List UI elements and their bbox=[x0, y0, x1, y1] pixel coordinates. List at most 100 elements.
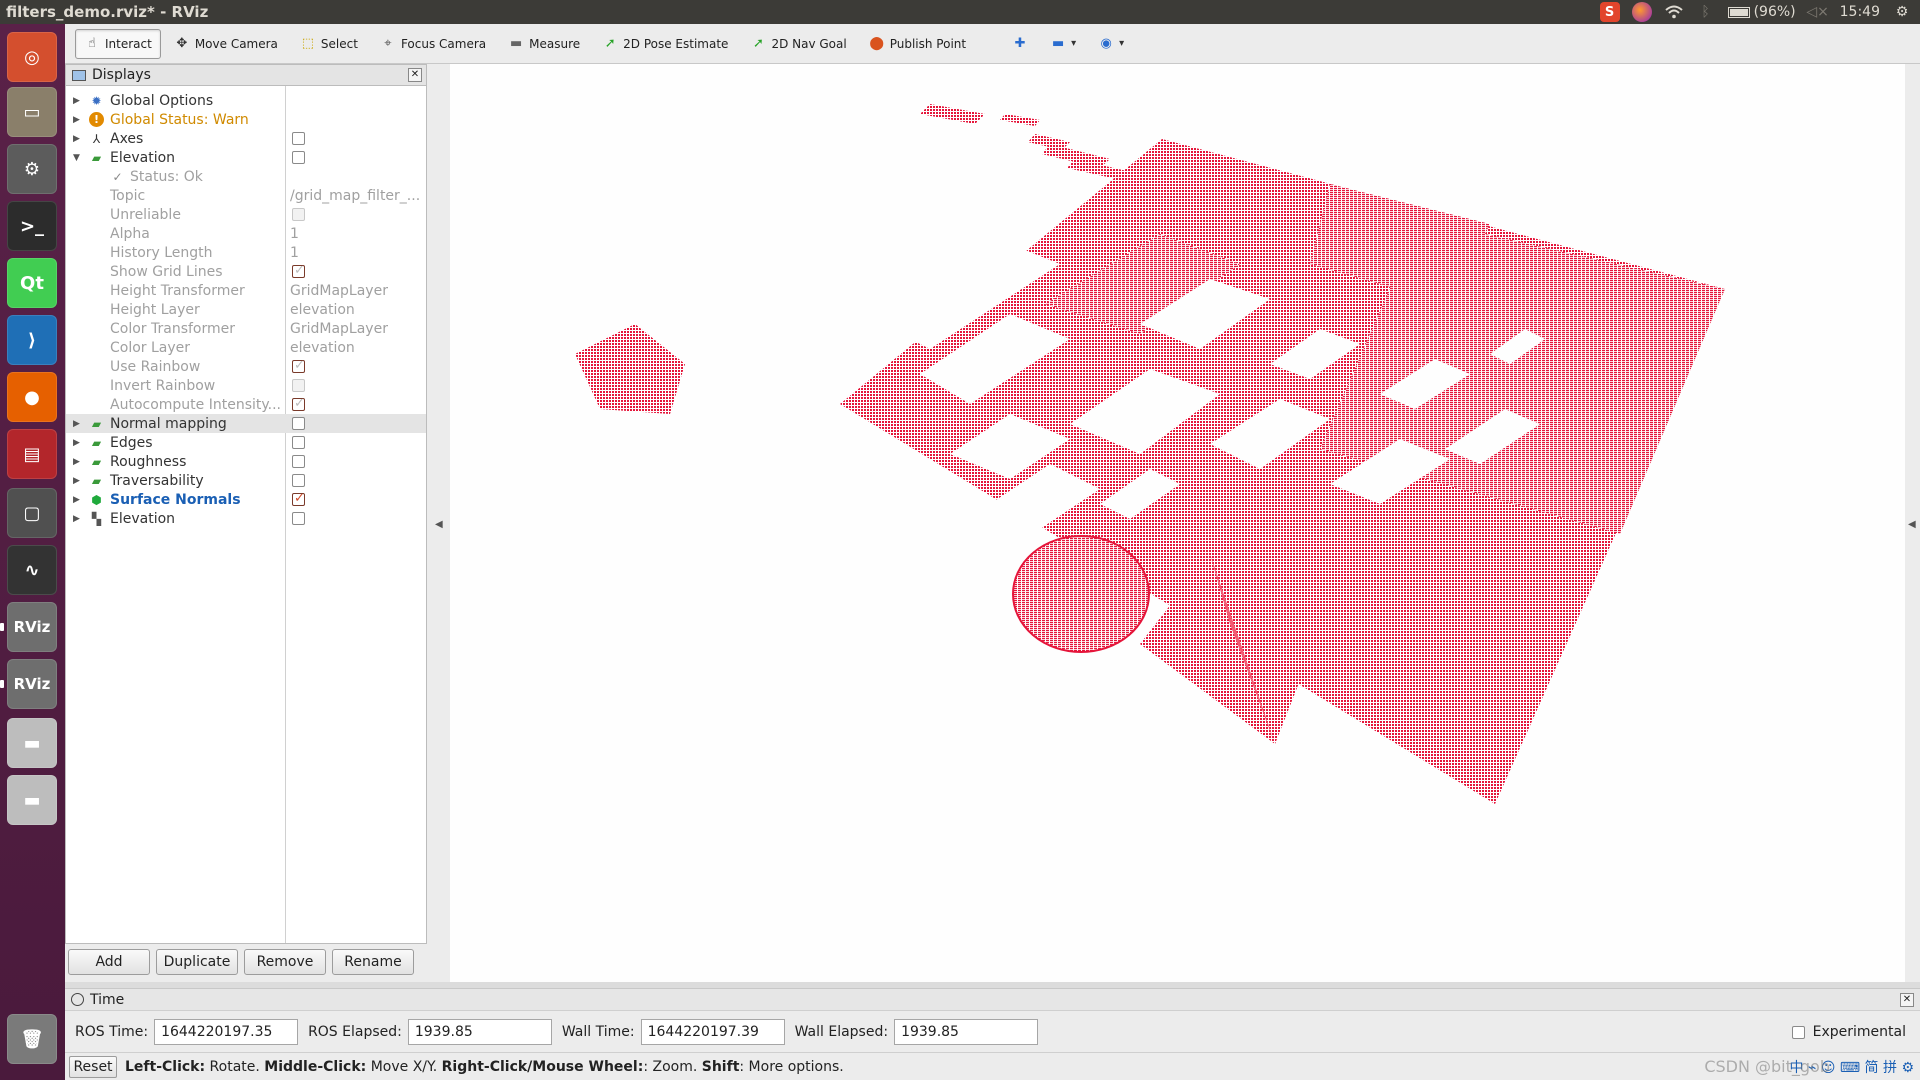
firefox-icon[interactable]: ● bbox=[7, 372, 57, 422]
expand-arrow-icon[interactable]: ▶ bbox=[73, 438, 83, 448]
enable-checkbox[interactable] bbox=[292, 493, 305, 506]
property-value[interactable]: /grid_map_filter_... bbox=[290, 188, 420, 204]
experimental-option[interactable]: Experimental bbox=[1792, 1024, 1906, 1040]
experimental-checkbox[interactable] bbox=[1792, 1026, 1805, 1039]
clock[interactable]: 15:49 bbox=[1840, 4, 1880, 20]
display-row-history-length[interactable]: History Length1 bbox=[66, 243, 426, 262]
rviz-icon[interactable]: RViz bbox=[7, 659, 57, 709]
enable-checkbox[interactable] bbox=[292, 132, 305, 145]
displays-tree[interactable]: ▶✹Global Options▶!Global Status: Warn▶⅄A… bbox=[65, 86, 427, 944]
add-display-button[interactable]: Add bbox=[68, 949, 150, 975]
expand-arrow-icon[interactable]: ▶ bbox=[73, 514, 83, 524]
display-row-height-layer[interactable]: Height Layerelevation bbox=[66, 300, 426, 319]
focus-camera-tool[interactable]: ⌖Focus Camera bbox=[371, 29, 495, 59]
measure-tool[interactable]: ▬Measure bbox=[499, 29, 589, 59]
interact-tool[interactable]: ☝Interact bbox=[75, 29, 161, 59]
left-dock-splitter[interactable]: ◀ bbox=[427, 64, 450, 982]
system-monitor-icon[interactable]: ∿ bbox=[7, 545, 57, 595]
select-tool[interactable]: ⬚Select bbox=[291, 29, 367, 59]
enable-checkbox[interactable] bbox=[292, 455, 305, 468]
trash-icon[interactable]: 🗑 bbox=[7, 1014, 57, 1064]
bluetooth-icon[interactable]: ᛒ bbox=[1696, 2, 1716, 22]
display-row-topic[interactable]: Topic/grid_map_filter_... bbox=[66, 186, 426, 205]
move-camera-tool[interactable]: ✥Move Camera bbox=[165, 29, 287, 59]
enable-checkbox[interactable] bbox=[292, 417, 305, 430]
property-value[interactable]: GridMapLayer bbox=[290, 283, 388, 299]
ros-elapsed-field[interactable] bbox=[408, 1019, 552, 1045]
enable-checkbox[interactable] bbox=[292, 512, 305, 525]
file-cabinet-icon[interactable]: ▭ bbox=[7, 87, 57, 137]
dropdown-arrow-icon[interactable]: ▾ bbox=[1071, 38, 1076, 49]
ros-time-field[interactable] bbox=[154, 1019, 298, 1045]
render-view-3d[interactable] bbox=[450, 64, 1905, 982]
display-row-elevation[interactable]: ▼▰Elevation bbox=[66, 148, 426, 167]
display-row-status-ok[interactable]: ✓Status: Ok bbox=[66, 167, 426, 186]
wall-elapsed-field[interactable] bbox=[894, 1019, 1038, 1045]
right-dock-splitter[interactable]: ◀ bbox=[1905, 64, 1920, 982]
flame-app-icon[interactable] bbox=[1632, 2, 1652, 22]
expand-arrow-icon[interactable]: ▶ bbox=[73, 419, 83, 429]
expand-arrow-icon[interactable]: ▶ bbox=[73, 96, 83, 106]
view-tool[interactable]: ◉▾ bbox=[1089, 29, 1133, 59]
gear-icon[interactable]: ⚙ bbox=[1892, 2, 1912, 22]
nav-goal-tool[interactable]: ➚2D Nav Goal bbox=[741, 29, 855, 59]
display-row-traversability[interactable]: ▶▰Traversability bbox=[66, 471, 426, 490]
display-row-alpha[interactable]: Alpha1 bbox=[66, 224, 426, 243]
drive-icon[interactable]: ▬ bbox=[7, 775, 57, 825]
expand-arrow-icon[interactable]: ▶ bbox=[73, 134, 83, 144]
display-row-edges[interactable]: ▶▰Edges bbox=[66, 433, 426, 452]
vscode-icon[interactable]: ⟩ bbox=[7, 315, 57, 365]
display-row-unreliable[interactable]: Unreliable bbox=[66, 205, 426, 224]
terminal-icon[interactable]: >_ bbox=[7, 201, 57, 251]
display-row-global-status[interactable]: ▶!Global Status: Warn bbox=[66, 110, 426, 129]
display-row-global-options[interactable]: ▶✹Global Options bbox=[66, 91, 426, 110]
display-row-use-rainbow[interactable]: Use Rainbow bbox=[66, 357, 426, 376]
display-row-normal-mapping[interactable]: ▶▰Normal mapping bbox=[66, 414, 426, 433]
remove-tool[interactable]: ▬▾ bbox=[1041, 29, 1085, 59]
expand-arrow-icon[interactable]: ▶ bbox=[73, 476, 83, 486]
drive-icon[interactable]: ▬ bbox=[7, 718, 57, 768]
remove-display-button[interactable]: Remove bbox=[244, 949, 326, 975]
display-row-invert-rainbow[interactable]: Invert Rainbow bbox=[66, 376, 426, 395]
battery-indicator[interactable]: (96%) bbox=[1728, 4, 1796, 20]
duplicate-display-button[interactable]: Duplicate bbox=[156, 949, 238, 975]
pose-estimate-tool[interactable]: ➚2D Pose Estimate bbox=[593, 29, 737, 59]
volume-icon[interactable]: ◁× bbox=[1808, 2, 1828, 22]
property-value[interactable]: 1 bbox=[290, 226, 299, 242]
display-row-color-transformer[interactable]: Color TransformerGridMapLayer bbox=[66, 319, 426, 338]
display-row-show-grid-lines[interactable]: Show Grid Lines bbox=[66, 262, 426, 281]
close-icon[interactable]: ✕ bbox=[408, 68, 422, 82]
expand-arrow-icon[interactable]: ▶ bbox=[73, 115, 83, 125]
close-icon[interactable]: ✕ bbox=[1900, 993, 1914, 1007]
enable-checkbox[interactable] bbox=[292, 151, 305, 164]
display-row-height-transformer[interactable]: Height TransformerGridMapLayer bbox=[66, 281, 426, 300]
property-value[interactable]: GridMapLayer bbox=[290, 321, 388, 337]
dropdown-arrow-icon[interactable]: ▾ bbox=[1119, 38, 1124, 49]
display-row-axes[interactable]: ▶⅄Axes bbox=[66, 129, 426, 148]
property-value[interactable]: 1 bbox=[290, 245, 299, 261]
sogou-ime-icon[interactable]: S bbox=[1600, 2, 1620, 22]
add-tool[interactable]: ✚ bbox=[1003, 29, 1037, 59]
collapse-left-icon[interactable]: ◀ bbox=[435, 519, 443, 530]
ubuntu-logo-icon[interactable]: ◎ bbox=[7, 32, 57, 82]
property-value[interactable]: elevation bbox=[290, 340, 355, 356]
property-value[interactable]: elevation bbox=[290, 302, 355, 318]
display-row-autocompute[interactable]: Autocompute Intensity... bbox=[66, 395, 426, 414]
display-icon[interactable]: ▢ bbox=[7, 488, 57, 538]
red-app-icon[interactable]: ▤ bbox=[7, 429, 57, 479]
collapse-right-icon[interactable]: ◀ bbox=[1908, 519, 1916, 530]
reset-button[interactable]: Reset bbox=[69, 1056, 117, 1078]
publish-point-tool[interactable]: ⬤Publish Point bbox=[860, 29, 975, 59]
system-settings-icon[interactable]: ⚙ bbox=[7, 144, 57, 194]
rename-display-button[interactable]: Rename bbox=[332, 949, 414, 975]
expand-arrow-icon[interactable]: ▶ bbox=[73, 457, 83, 467]
display-row-color-layer[interactable]: Color Layerelevation bbox=[66, 338, 426, 357]
enable-checkbox[interactable] bbox=[292, 474, 305, 487]
rviz-icon[interactable]: RViz bbox=[7, 602, 57, 652]
expand-arrow-icon[interactable]: ▶ bbox=[73, 495, 83, 505]
display-row-surface-normals[interactable]: ▶⬢Surface Normals bbox=[66, 490, 426, 509]
display-row-roughness[interactable]: ▶▰Roughness bbox=[66, 452, 426, 471]
wall-time-field[interactable] bbox=[641, 1019, 785, 1045]
display-row-elevation-2[interactable]: ▶▚Elevation bbox=[66, 509, 426, 528]
enable-checkbox[interactable] bbox=[292, 436, 305, 449]
